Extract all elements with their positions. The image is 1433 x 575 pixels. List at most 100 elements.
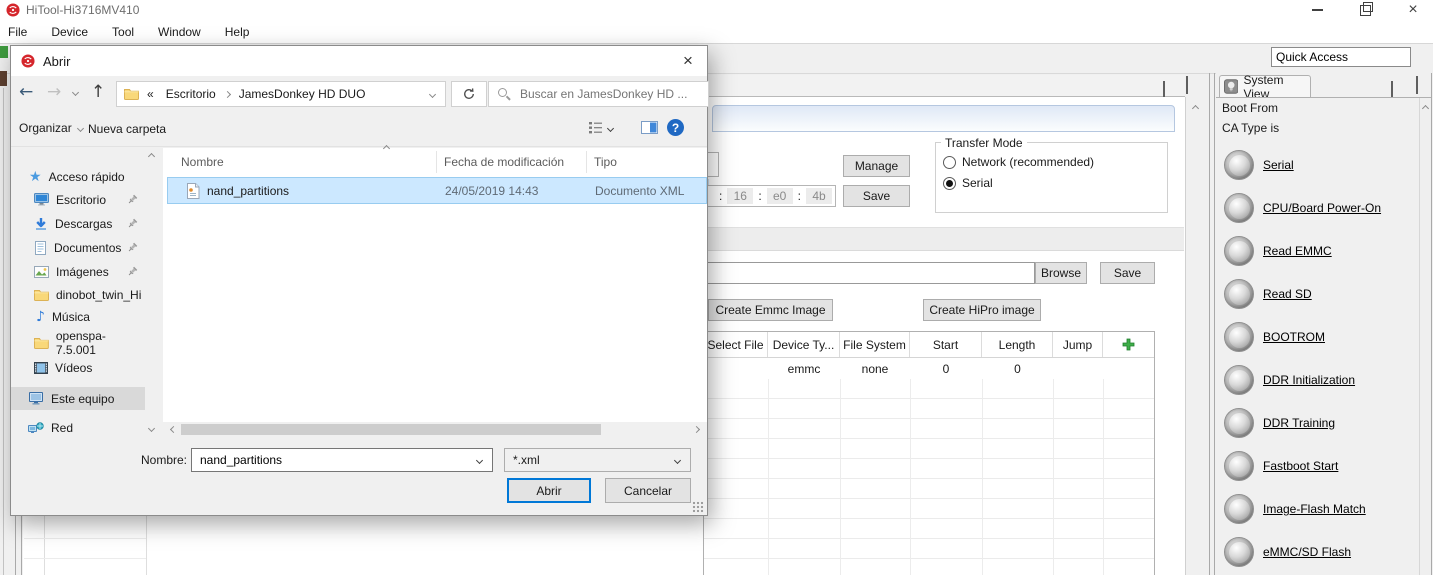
radio-icon[interactable] <box>943 156 956 169</box>
column-header-type[interactable]: Tipo <box>594 155 617 169</box>
column-header[interactable]: Length <box>982 332 1053 357</box>
file-name-input[interactable] <box>198 452 467 468</box>
tab-system-view[interactable]: System View <box>1219 75 1311 98</box>
serial-radio[interactable]: Serial <box>943 176 993 190</box>
open-button[interactable]: Abrir <box>507 478 591 503</box>
dialog-close-button[interactable]: × <box>669 46 707 76</box>
mac-byte-field[interactable]: e0 <box>767 188 793 204</box>
browse-button[interactable]: Browse <box>1035 262 1087 284</box>
mac-byte-field[interactable]: 4b <box>806 188 832 204</box>
editor-scrollbar[interactable] <box>1185 97 1208 575</box>
system-view-item-label[interactable]: Serial <box>1263 158 1294 172</box>
view-mode-button[interactable] <box>589 122 613 134</box>
sidebar-scrollbar[interactable] <box>145 148 159 438</box>
menu-help[interactable]: Help <box>225 25 250 39</box>
partition-table-row[interactable]: emmc none 0 0 <box>704 358 1154 381</box>
file-list-hscrollbar[interactable] <box>163 422 707 438</box>
system-view-item-label[interactable]: CPU/Board Power-On <box>1263 201 1381 215</box>
panel-minimize-icon[interactable] <box>1391 82 1393 96</box>
back-button[interactable]: ← <box>19 82 33 102</box>
breadcrumb-root[interactable]: Escritorio <box>166 87 216 101</box>
system-view-item[interactable]: DDR Initialization <box>1224 365 1419 395</box>
system-view-item-label[interactable]: DDR Initialization <box>1263 373 1355 387</box>
file-type-dropdown-chevron[interactable] <box>674 456 681 463</box>
sidebar-item-videos[interactable]: Vídeos <box>11 356 145 379</box>
jump-cell[interactable] <box>1053 358 1103 380</box>
column-header[interactable]: File System <box>840 332 910 357</box>
new-folder-button[interactable]: Nueva carpeta <box>88 122 166 136</box>
image-path-input[interactable] <box>707 262 1035 284</box>
sidebar-item-folder[interactable]: openspa-7.5.001 <box>11 331 145 354</box>
add-row-button[interactable] <box>1103 332 1154 357</box>
network-radio[interactable]: Network (recommended) <box>943 155 1094 169</box>
editor-maximize-icon[interactable] <box>1186 79 1188 93</box>
system-view-item-label[interactable]: BOOTROM <box>1263 330 1325 344</box>
panel-maximize-icon[interactable] <box>1416 79 1418 93</box>
system-view-item[interactable]: Serial <box>1224 150 1419 180</box>
file-name-dropdown-chevron[interactable] <box>476 456 483 463</box>
sidebar-item-network[interactable]: Red <box>11 416 145 439</box>
sidebar-item-downloads[interactable]: Descargas <box>11 212 145 235</box>
column-header-name[interactable]: Nombre <box>181 155 224 169</box>
menu-window[interactable]: Window <box>158 25 201 39</box>
menu-device[interactable]: Device <box>51 25 88 39</box>
minimize-button[interactable] <box>1300 0 1334 20</box>
column-header[interactable]: Start <box>910 332 982 357</box>
start-cell[interactable]: 0 <box>910 358 982 380</box>
sidebar-item-pictures[interactable]: Imágenes <box>11 260 145 283</box>
system-view-item-label[interactable]: Image-Flash Match <box>1263 502 1366 516</box>
length-cell[interactable]: 0 <box>982 358 1053 380</box>
system-view-item[interactable]: Fastboot Start <box>1224 451 1419 481</box>
organize-menu-button[interactable]: Organizar <box>19 121 83 135</box>
address-dropdown-chevron[interactable] <box>429 90 436 97</box>
cancel-button[interactable]: Cancelar <box>605 478 691 503</box>
sidebar-item-documents[interactable]: Documentos <box>11 236 145 259</box>
system-view-item-label[interactable]: DDR Training <box>1263 416 1335 430</box>
create-hipro-image-button[interactable]: Create HiPro image <box>923 299 1041 321</box>
file-name-combo[interactable] <box>191 448 493 472</box>
file-system-cell[interactable]: none <box>840 358 910 380</box>
refresh-button[interactable] <box>451 81 487 107</box>
search-box[interactable] <box>488 81 709 107</box>
system-view-item[interactable]: Read EMMC <box>1224 236 1419 266</box>
restore-button[interactable] <box>1348 0 1382 20</box>
mac-byte-field[interactable]: 16 <box>727 188 753 204</box>
help-button[interactable]: ? <box>667 119 684 136</box>
save-button-top[interactable]: Save <box>843 185 910 207</box>
column-header[interactable]: Select File <box>704 332 768 357</box>
system-view-item-label[interactable]: Read EMMC <box>1263 244 1332 258</box>
system-view-item[interactable]: DDR Training <box>1224 408 1419 438</box>
sidebar-item-desktop[interactable]: Escritorio <box>11 188 145 211</box>
breadcrumb-collapsed[interactable]: « <box>147 87 154 101</box>
sidebar-item-quick-access[interactable]: ★ Acceso rápido <box>11 165 145 188</box>
system-view-item[interactable]: CPU/Board Power-On <box>1224 193 1419 223</box>
address-bar[interactable]: « Escritorio JamesDonkey HD DUO <box>116 81 446 107</box>
column-header[interactable]: Device Ty... <box>768 332 840 357</box>
create-emmc-image-button[interactable]: Create Emmc Image <box>708 299 833 321</box>
system-view-item[interactable]: eMMC/SD Flash <box>1224 537 1419 567</box>
preview-pane-button[interactable] <box>641 121 658 137</box>
mac-address-fields[interactable]: : 16 : e0 : 4b <box>703 185 836 207</box>
close-button[interactable]: × <box>1396 0 1430 20</box>
menu-file[interactable]: File <box>8 25 27 39</box>
search-input[interactable] <box>518 86 692 102</box>
system-view-item-label[interactable]: Fastboot Start <box>1263 459 1338 473</box>
up-button[interactable]: ↑ <box>91 82 105 102</box>
system-view-item[interactable]: BOOTROM <box>1224 322 1419 352</box>
device-type-cell[interactable]: emmc <box>768 358 840 380</box>
manage-button[interactable]: Manage <box>843 155 910 177</box>
column-separator[interactable] <box>586 151 587 173</box>
file-type-combo[interactable]: *.xml <box>504 448 691 472</box>
recent-locations-chevron[interactable] <box>72 89 79 96</box>
file-row-selected[interactable]: nand_partitions 24/05/2019 14:43 Documen… <box>167 177 707 204</box>
quick-access-input[interactable] <box>1271 47 1411 67</box>
sidebar-item-music[interactable]: ♪ Música <box>11 305 145 328</box>
save-button-mid[interactable]: Save <box>1100 262 1155 284</box>
system-view-item-label[interactable]: eMMC/SD Flash <box>1263 545 1351 559</box>
sidebar-item-this-pc[interactable]: Este equipo <box>11 387 145 410</box>
breadcrumb-current[interactable]: JamesDonkey HD DUO <box>239 87 366 101</box>
column-header[interactable]: Jump <box>1053 332 1103 357</box>
editor-minimize-icon[interactable] <box>1163 82 1165 96</box>
scrollbar-thumb[interactable] <box>181 424 601 435</box>
system-view-item-label[interactable]: Read SD <box>1263 287 1312 301</box>
